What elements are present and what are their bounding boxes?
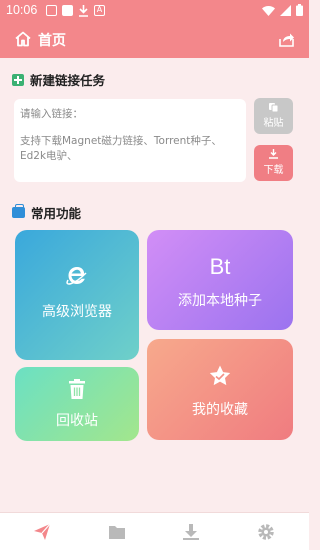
download-icon: [269, 149, 278, 159]
add-torrent-card[interactable]: Bt 添加本地种子: [147, 230, 293, 330]
bottom-nav: [0, 512, 309, 550]
send-icon[interactable]: [33, 523, 51, 541]
bt-icon: Bt: [209, 254, 231, 279]
features-title: 常用功能: [31, 206, 82, 221]
paste-icon: [269, 103, 279, 112]
plus-square-icon: [12, 73, 24, 86]
notification-icons: A: [46, 5, 105, 17]
star-icon: [209, 365, 231, 386]
browser-label: 高级浏览器: [42, 304, 112, 320]
link-input-hint: 支持下载Magnet磁力链接、Torrent种子、Ed2k电驴、: [20, 135, 222, 162]
battery-icon: [296, 4, 303, 16]
download-label: 下载: [263, 165, 284, 176]
download-icon: [79, 5, 88, 17]
link-input[interactable]: 请输入链接： 支持下载Magnet磁力链接、Torrent种子、Ed2k电驴、: [14, 99, 246, 182]
briefcase-icon: [12, 204, 25, 218]
download-icon[interactable]: [182, 523, 200, 541]
wifi-icon: [262, 5, 275, 16]
browser-e-icon: [66, 267, 87, 285]
recycle-bin-card[interactable]: 回收站: [15, 367, 139, 441]
paste-button[interactable]: 粘贴: [254, 98, 293, 134]
recycle-bin-label: 回收站: [56, 413, 98, 429]
browser-card[interactable]: 高级浏览器: [15, 230, 139, 360]
system-icons: [262, 4, 303, 16]
link-input-placeholder: 请输入链接：: [20, 108, 83, 120]
gear-icon[interactable]: [257, 523, 275, 541]
new-task-title: 新建链接任务: [30, 73, 106, 88]
status-bar: 10:06 A: [0, 0, 309, 22]
download-button[interactable]: 下载: [254, 145, 293, 181]
home-icon[interactable]: [14, 30, 32, 48]
image-icon: [62, 5, 73, 16]
status-time: 10:06: [6, 3, 38, 17]
signal-icon: [280, 4, 291, 16]
add-torrent-label: 添加本地种子: [178, 293, 262, 309]
features-section-title: 常用功能: [12, 203, 81, 222]
paste-label: 粘贴: [263, 118, 284, 129]
image-icon: [46, 5, 57, 16]
page-title: 首页: [38, 33, 66, 49]
favorites-card[interactable]: 我的收藏: [147, 339, 293, 440]
share-icon[interactable]: [278, 31, 295, 48]
folder-icon[interactable]: [108, 523, 126, 541]
favorites-label: 我的收藏: [192, 402, 248, 418]
trash-icon: [69, 379, 85, 399]
a-icon: A: [94, 5, 105, 16]
app-bar: 首页: [0, 22, 309, 58]
new-task-section-title: 新建链接任务: [12, 70, 105, 89]
